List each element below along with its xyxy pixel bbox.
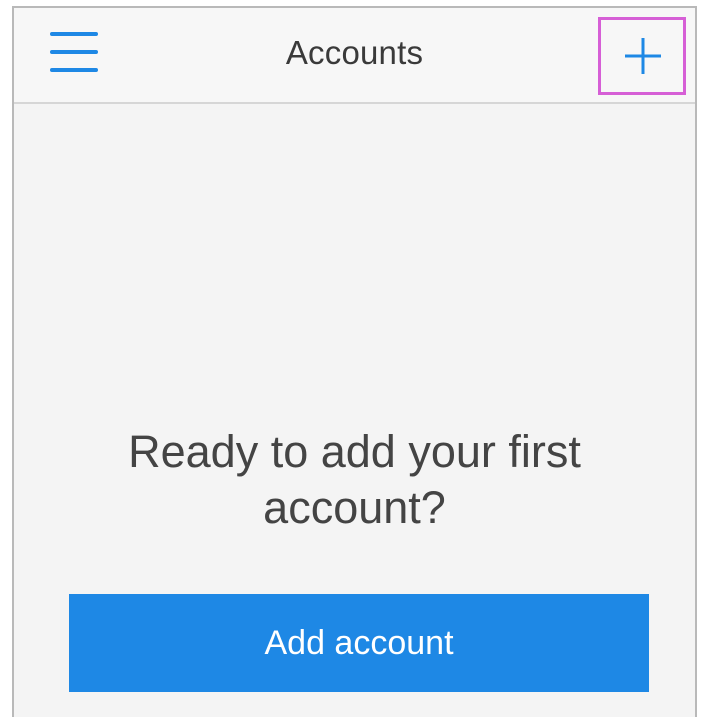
add-account-button[interactable]: Add account	[69, 594, 649, 692]
app-screen: Accounts Ready to add your first account…	[12, 6, 697, 717]
empty-state-line-1: Ready to add your first	[128, 426, 581, 477]
plus-icon	[625, 38, 661, 74]
add-account-plus-button[interactable]	[598, 17, 686, 95]
page-title: Accounts	[285, 34, 424, 71]
empty-state-line-2: account?	[263, 482, 446, 533]
empty-state-message: Ready to add your first account?	[14, 424, 695, 536]
top-bar: Accounts	[14, 8, 695, 104]
